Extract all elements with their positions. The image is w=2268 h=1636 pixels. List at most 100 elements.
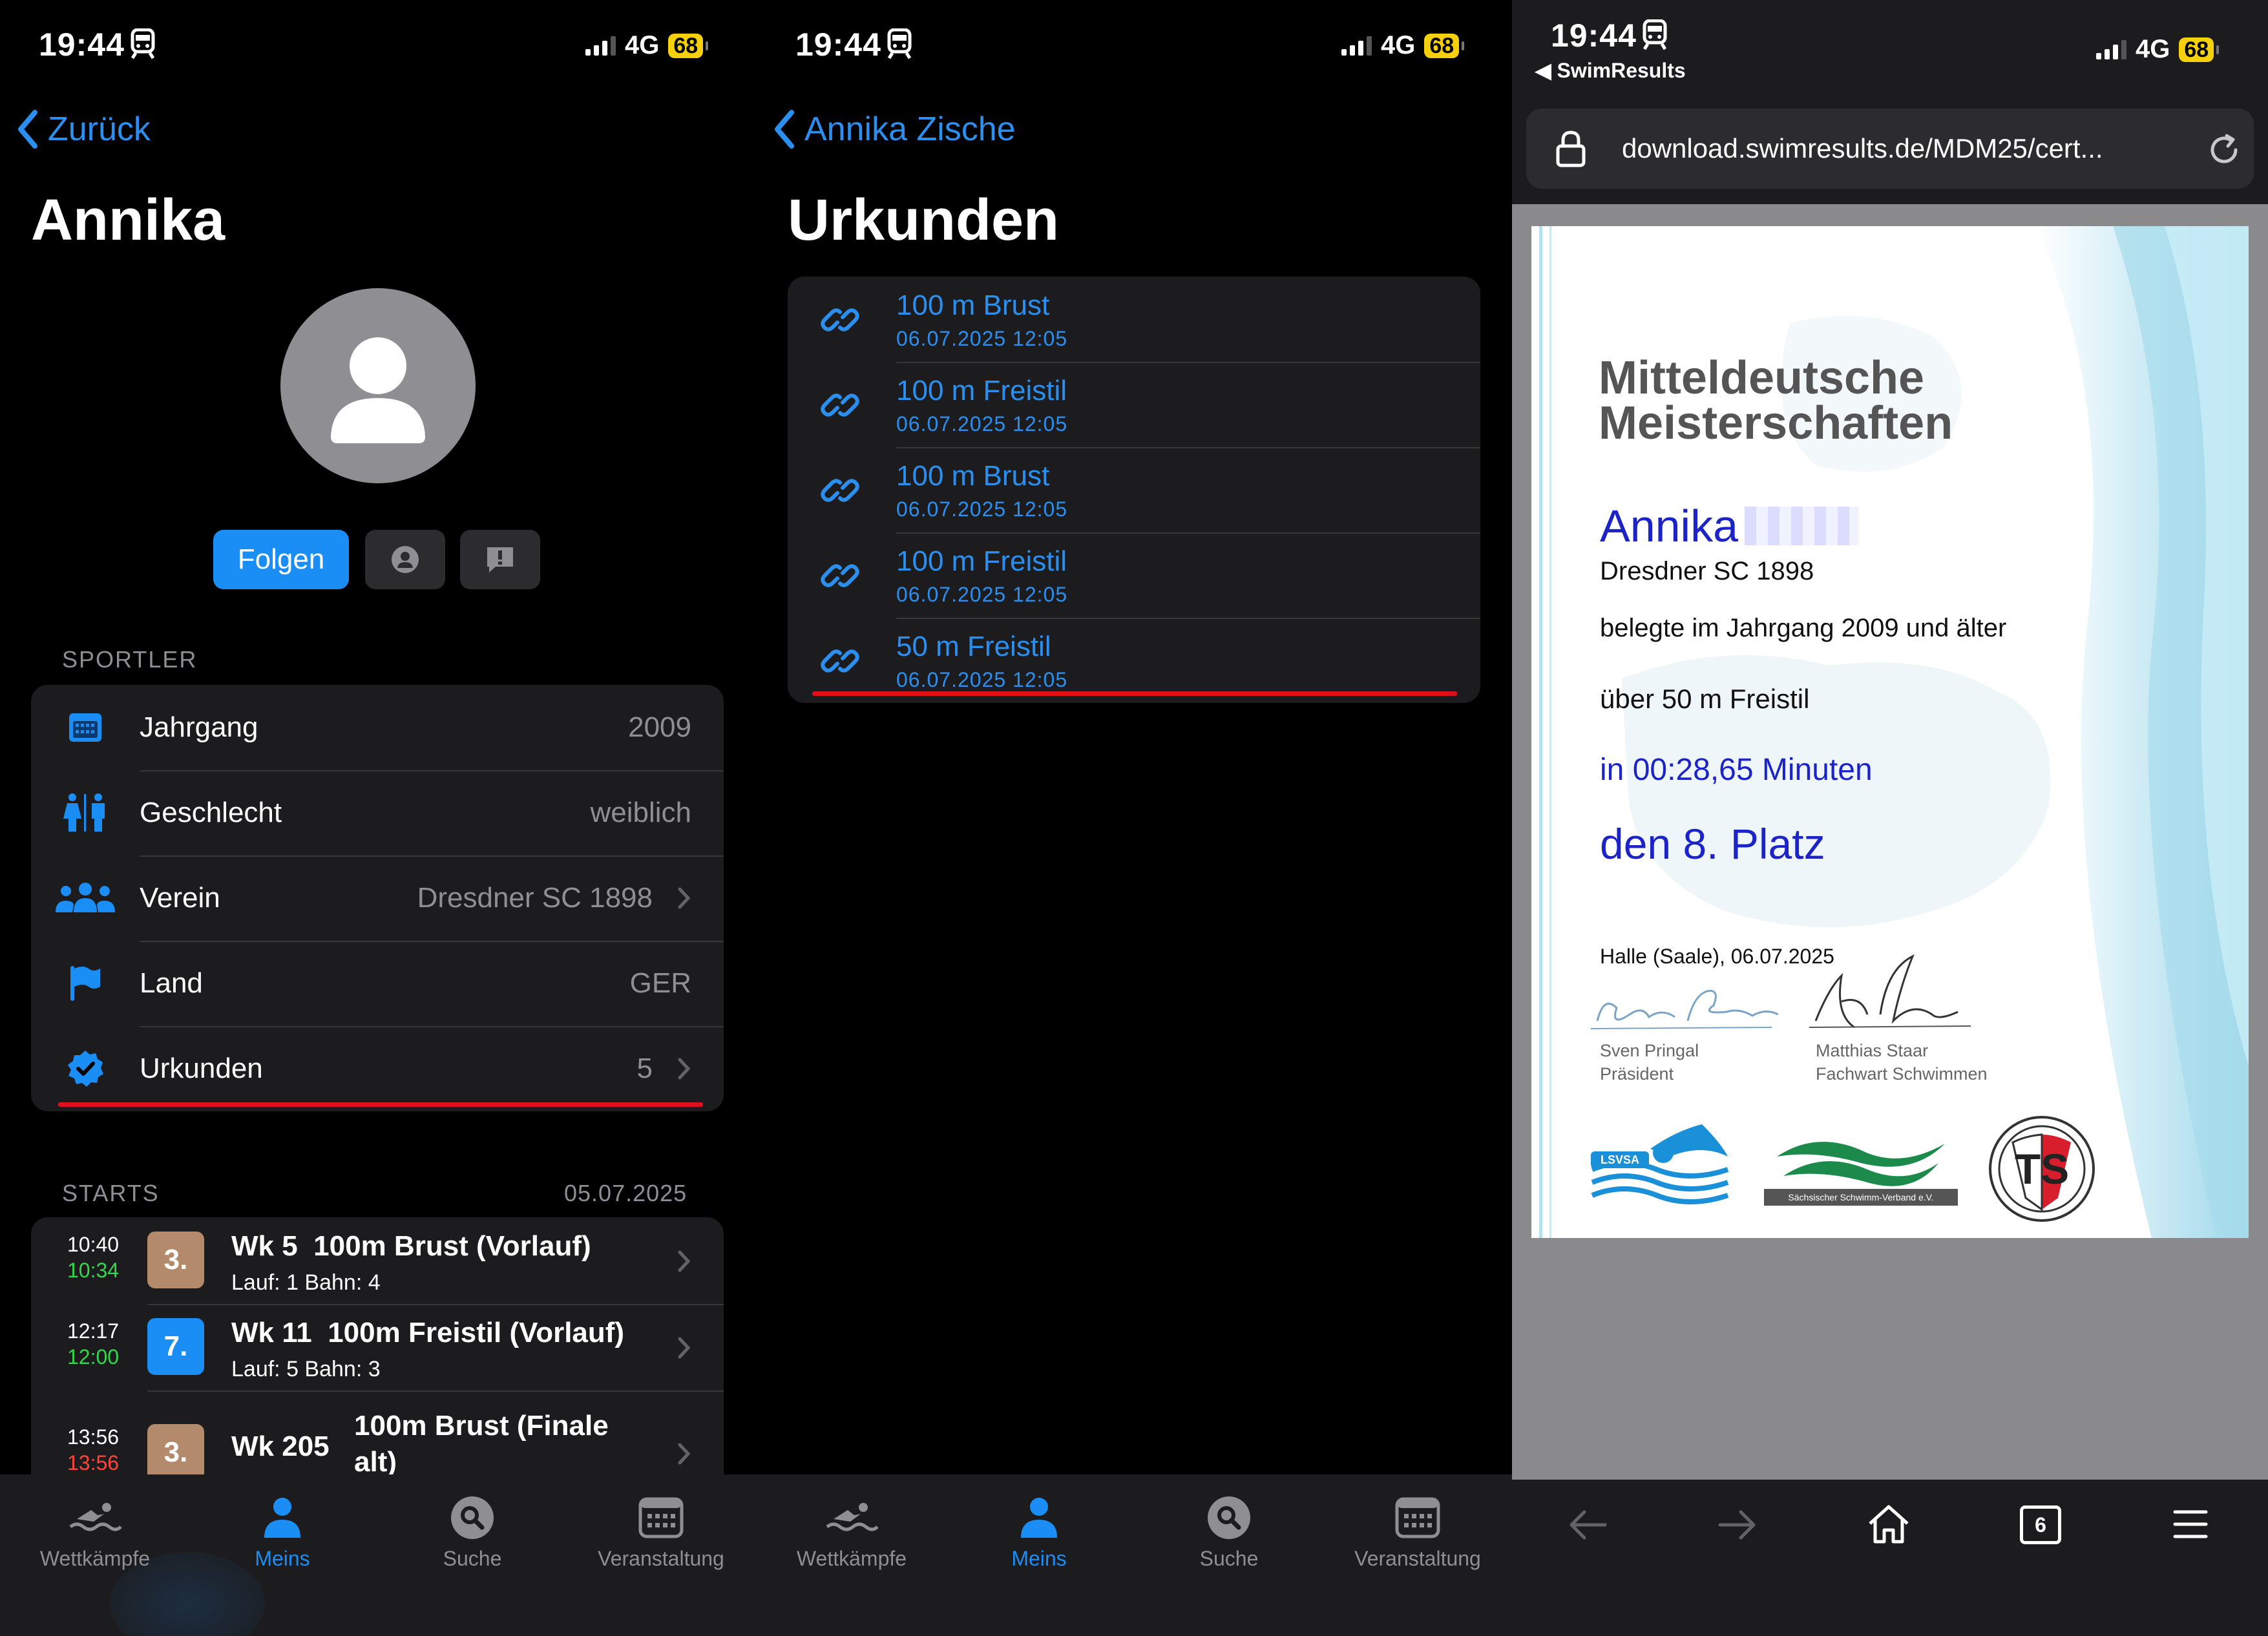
tab-label: Meins xyxy=(1011,1547,1067,1570)
chevron-right-icon xyxy=(678,1337,691,1359)
start-times: 12:17 12:00 xyxy=(67,1318,119,1370)
row-country: Land GER xyxy=(31,941,724,1026)
place-badge: 3. xyxy=(147,1232,204,1288)
link-icon xyxy=(821,393,859,417)
certificates-list-screen: 19:44 4G 68 Annika Zische Urkunden 100 m… xyxy=(757,0,1512,1636)
forward-arrow-icon[interactable] xyxy=(1715,1505,1760,1544)
start-row[interactable]: 10:40 10:34 3. Wk 5 100m Brust (Vorlauf) … xyxy=(31,1217,724,1304)
return-to-app[interactable]: ◀ SwimResults xyxy=(1535,58,1686,83)
certificate-heading: Mitteldeutsche Meisterschaften xyxy=(1599,355,1953,446)
certificate-link[interactable]: 50 m Freistil 06.07.2025 12:05 xyxy=(788,618,1480,703)
start-row[interactable]: 12:17 12:00 7. Wk 11 100m Freistil (Vorla… xyxy=(31,1304,724,1390)
wk-number: Wk 11 xyxy=(231,1317,312,1348)
time-actual: 13:56 xyxy=(67,1451,120,1474)
event-line: über 50 m Freistil xyxy=(1600,684,1810,714)
certificate-date: 06.07.2025 12:05 xyxy=(896,412,1068,435)
start-times: 10:40 10:34 xyxy=(67,1232,119,1283)
chevron-left-icon xyxy=(775,110,794,149)
tabs-button[interactable]: 6 xyxy=(2020,1505,2061,1544)
age-group-line: belegte im Jahrgang 2009 und älter xyxy=(1600,614,2007,642)
signal-icon xyxy=(585,36,616,56)
report-button[interactable] xyxy=(460,530,540,589)
event-name: 100m Brust (Finale xyxy=(354,1410,609,1442)
network-type: 4G xyxy=(625,31,660,59)
gender-icon xyxy=(63,793,105,832)
row-label: Verein xyxy=(140,882,220,914)
tab-label: Meins xyxy=(255,1547,310,1570)
train-icon xyxy=(131,28,155,59)
row-club[interactable]: Verein Dresdner SC 1898 xyxy=(31,855,724,941)
row-birth-year: Jahrgang 2009 xyxy=(31,685,724,770)
signature-president xyxy=(1591,989,1779,1029)
certificate-link[interactable]: 100 m Brust 06.07.2025 12:05 xyxy=(788,277,1480,362)
signer-role: Fachwart Schwimmen xyxy=(1816,1064,1988,1084)
tab-search[interactable]: Suche xyxy=(379,1489,566,1571)
saxony-swim-logo: Sächsischer Schwimm-Verband e.V. xyxy=(1764,1142,1958,1206)
certificate-list: 100 m Brust 06.07.2025 12:05 100 m Freis… xyxy=(788,277,1480,703)
chevron-right-icon xyxy=(678,887,691,909)
certificate-link[interactable]: 100 m Brust 06.07.2025 12:05 xyxy=(788,447,1480,532)
row-value: Dresdner SC 1898 xyxy=(417,882,653,914)
tab-mine[interactable]: Meins xyxy=(945,1489,1133,1571)
time-actual: 10:34 xyxy=(67,1259,120,1282)
address-bar[interactable]: download.swimresults.de/MDM25/cert... xyxy=(1526,109,2254,189)
signal-icon xyxy=(2096,39,2126,59)
athlete-profile-screen: 19:44 4G 68 Zurück Annika Folgen SPORTLE… xyxy=(0,0,757,1636)
verified-badge-icon xyxy=(68,1051,103,1087)
menu-icon[interactable] xyxy=(2172,1508,2209,1540)
calendar-icon xyxy=(638,1497,684,1538)
status-indicators: 4G 68 xyxy=(585,31,708,60)
profile-button[interactable] xyxy=(365,530,445,589)
back-arrow-icon[interactable] xyxy=(1565,1505,1610,1544)
reload-icon[interactable] xyxy=(2206,132,2242,168)
train-icon xyxy=(1643,19,1667,50)
tab-competitions[interactable]: Wettkämpfe xyxy=(1,1489,189,1571)
calendar-icon xyxy=(69,713,101,742)
follow-button[interactable]: Folgen xyxy=(213,530,349,589)
exclamation-bubble-icon xyxy=(487,547,513,572)
tab-events[interactable]: Veranstaltung xyxy=(1324,1489,1511,1571)
certificate-link[interactable]: 100 m Freistil 06.07.2025 12:05 xyxy=(788,532,1480,618)
network-type: 4G xyxy=(1381,31,1416,59)
battery-icon: 68 xyxy=(668,33,708,58)
tab-mine[interactable]: Meins xyxy=(189,1489,376,1571)
place-date: Halle (Saale), 06.07.2025 xyxy=(1600,945,1834,968)
status-time-text: 19:44 xyxy=(795,26,881,63)
place-line: den 8. Platz xyxy=(1600,820,1825,868)
tab-label: Veranstaltung xyxy=(598,1547,724,1570)
athlete-name: Annika xyxy=(1600,501,1739,551)
athlete-info-list: Jahrgang 2009 Geschlecht weiblich Verein… xyxy=(31,685,724,1111)
page-title: Annika xyxy=(31,188,226,253)
tab-search[interactable]: Suche xyxy=(1135,1489,1323,1571)
time-planned: 13:56 xyxy=(67,1425,120,1449)
status-indicators: 4G 68 xyxy=(1341,31,1464,60)
certificate-link[interactable]: 100 m Freistil 06.07.2025 12:05 xyxy=(788,362,1480,447)
url-text: download.swimresults.de/MDM25/cert... xyxy=(1622,133,2103,163)
flag-icon xyxy=(70,966,100,1001)
lock-icon xyxy=(1556,131,1586,167)
club-name: Dresdner SC 1898 xyxy=(1600,557,1814,585)
tab-label: Suche xyxy=(443,1547,502,1570)
row-certificates[interactable]: Urkunden 5 xyxy=(31,1026,724,1111)
person-circle-icon xyxy=(392,546,419,573)
back-label: Annika Zische xyxy=(804,110,1016,148)
back-button[interactable]: Annika Zische xyxy=(773,110,1016,149)
starts-list: 10:40 10:34 3. Wk 5 100m Brust (Vorlauf) … xyxy=(31,1217,724,1476)
row-value: weiblich xyxy=(590,797,691,828)
event-name: 100m Brust (Vorlauf) xyxy=(313,1230,591,1262)
event-name: 100m Freistil (Vorlauf) xyxy=(328,1317,625,1348)
link-icon xyxy=(821,479,859,502)
back-button[interactable]: Zurück xyxy=(17,110,151,149)
status-time-text: 19:44 xyxy=(39,26,125,63)
tab-events[interactable]: Veranstaltung xyxy=(567,1489,755,1571)
tab-competitions[interactable]: Wettkämpfe xyxy=(758,1489,945,1571)
logo-text: Sächsischer Schwimm-Verband e.V. xyxy=(1788,1192,1933,1202)
status-time: 19:44 xyxy=(795,26,912,63)
search-icon xyxy=(1208,1496,1250,1539)
wk-number: Wk 5 xyxy=(231,1230,298,1262)
start-row[interactable]: 13:56 13:56 3. Wk 205 100m Brust (Finale … xyxy=(31,1390,724,1476)
certificate-date: 06.07.2025 12:05 xyxy=(896,668,1068,691)
home-icon[interactable] xyxy=(1866,1503,1911,1546)
certificate-title: 50 m Freistil xyxy=(896,631,1051,662)
train-icon xyxy=(887,28,912,59)
